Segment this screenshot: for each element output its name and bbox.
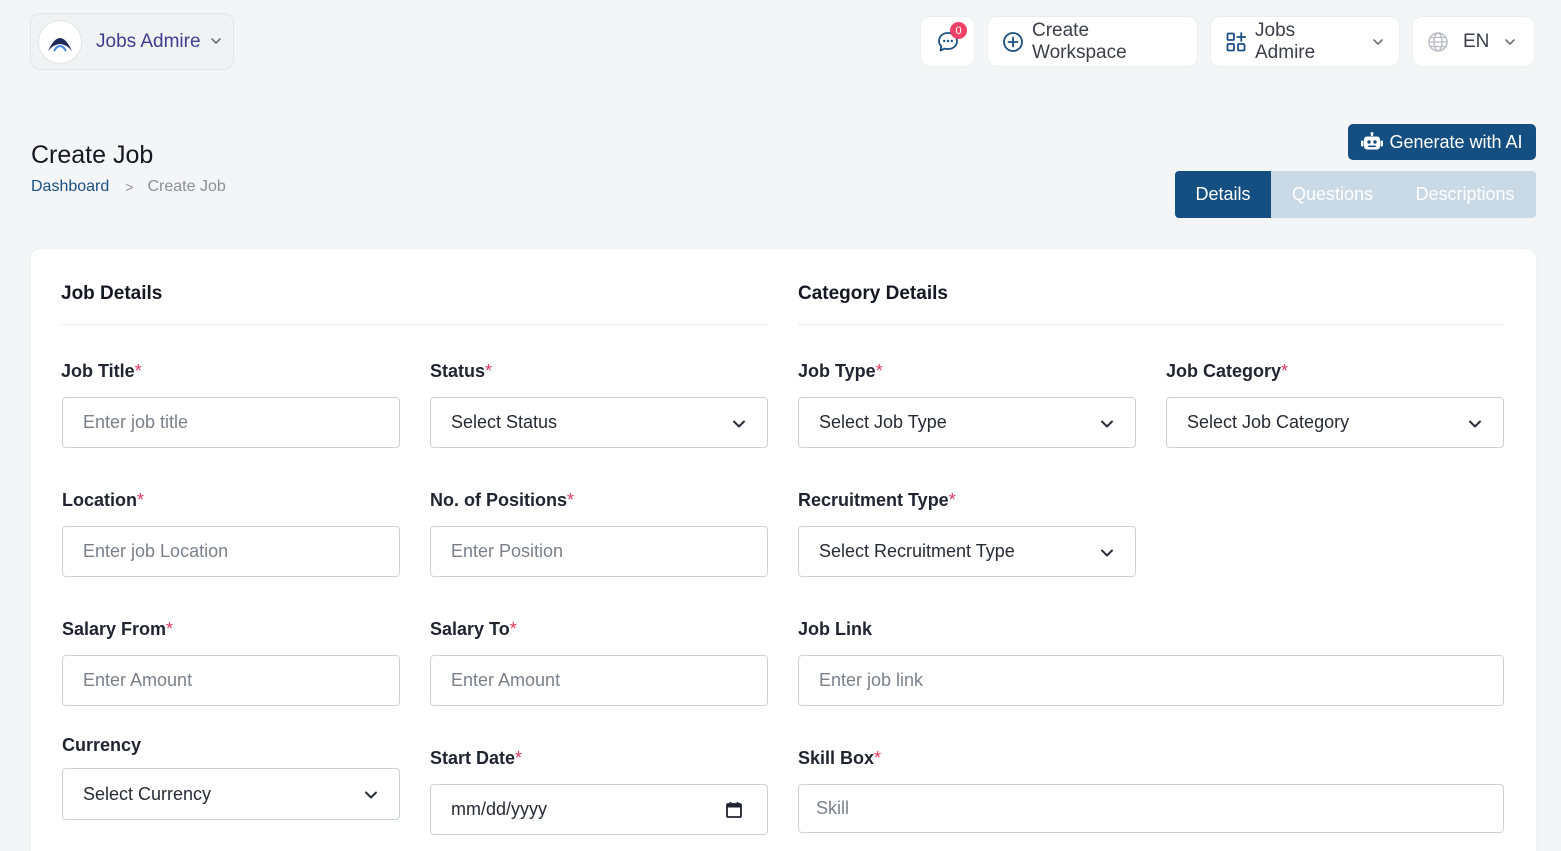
form-tabs: Details Questions Descriptions bbox=[1175, 171, 1536, 218]
chevron-down-icon bbox=[1101, 549, 1113, 557]
salary-from-input[interactable]: Enter Amount bbox=[62, 655, 400, 706]
salary-from-label: Salary From* bbox=[62, 619, 174, 639]
required-asterisk: * bbox=[1281, 361, 1289, 381]
generate-with-ai-button[interactable]: Generate with AI bbox=[1348, 124, 1536, 160]
calendar-icon[interactable] bbox=[725, 801, 743, 819]
breadcrumb: Dashboard > Create Job bbox=[31, 178, 226, 196]
job-type-select[interactable]: Select Job Type bbox=[798, 397, 1136, 448]
start-date-input[interactable]: mm/dd/yyyy bbox=[430, 784, 768, 835]
globe-icon bbox=[1428, 31, 1448, 52]
skill-box-input[interactable]: Skill bbox=[798, 784, 1504, 833]
notification-badge: 0 bbox=[950, 22, 967, 39]
salary-to-input[interactable]: Enter Amount bbox=[430, 655, 768, 706]
create-workspace-button[interactable]: Create Workspace bbox=[987, 16, 1198, 67]
chevron-down-icon bbox=[1373, 38, 1383, 45]
divider bbox=[61, 324, 767, 325]
recruitment-type-label: Recruitment Type* bbox=[798, 490, 956, 510]
chevron-down-icon bbox=[1505, 38, 1516, 45]
recruitment-type-select[interactable]: Select Recruitment Type bbox=[798, 526, 1136, 577]
required-asterisk: * bbox=[485, 361, 493, 381]
salary-to-label: Salary To* bbox=[430, 619, 517, 639]
org-switcher[interactable]: Jobs Admire bbox=[30, 13, 234, 70]
breadcrumb-current: Create Job bbox=[147, 178, 226, 195]
required-asterisk: * bbox=[137, 490, 145, 510]
required-asterisk: * bbox=[509, 619, 517, 639]
location-label: Location* bbox=[62, 490, 145, 510]
tab-questions[interactable]: Questions bbox=[1271, 171, 1394, 218]
divider bbox=[798, 324, 1504, 325]
job-link-input[interactable]: Enter job link bbox=[798, 655, 1504, 706]
category-details-heading: Category Details bbox=[798, 283, 948, 304]
required-asterisk: * bbox=[874, 748, 882, 768]
job-link-label: Job Link bbox=[798, 619, 873, 639]
job-title-label: Job Title* bbox=[61, 361, 142, 381]
required-asterisk: * bbox=[948, 490, 956, 510]
currency-label: Currency bbox=[62, 735, 142, 755]
org-logo bbox=[38, 19, 82, 64]
chevron-down-icon bbox=[365, 791, 377, 799]
tab-descriptions[interactable]: Descriptions bbox=[1394, 171, 1536, 218]
location-input[interactable]: Enter job Location bbox=[62, 526, 400, 577]
chevron-down-icon bbox=[211, 38, 221, 45]
status-select[interactable]: Select Status bbox=[430, 397, 768, 448]
currency-select[interactable]: Select Currency bbox=[62, 768, 400, 820]
page-title: Create Job bbox=[31, 141, 154, 169]
breadcrumb-separator: > bbox=[125, 179, 134, 195]
create-workspace-label: Create Workspace bbox=[1032, 19, 1127, 63]
language-switcher[interactable]: EN bbox=[1412, 16, 1535, 67]
chevron-down-icon bbox=[1469, 420, 1481, 428]
positions-label: No. of Positions* bbox=[430, 490, 575, 510]
required-asterisk: * bbox=[166, 619, 174, 639]
breadcrumb-dashboard-link[interactable]: Dashboard bbox=[31, 178, 109, 196]
generate-with-ai-label: Generate with AI bbox=[1389, 131, 1523, 152]
start-date-label: Start Date* bbox=[430, 748, 523, 768]
tab-details[interactable]: Details bbox=[1175, 171, 1271, 218]
workspace-name: Jobs Admire bbox=[1255, 19, 1316, 63]
plus-circle-icon bbox=[1003, 31, 1023, 52]
apps-grid-icon bbox=[1226, 31, 1247, 51]
job-type-label: Job Type* bbox=[798, 361, 883, 381]
chat-button[interactable]: 0 bbox=[920, 16, 975, 67]
required-asterisk: * bbox=[515, 748, 523, 768]
required-asterisk: * bbox=[567, 490, 575, 510]
required-asterisk: * bbox=[134, 361, 142, 381]
skill-box-label: Skill Box* bbox=[798, 748, 882, 768]
org-name: Jobs Admire bbox=[96, 30, 201, 52]
chevron-down-icon bbox=[733, 420, 745, 428]
chevron-down-icon bbox=[1101, 420, 1113, 428]
job-category-label: Job Category* bbox=[1166, 361, 1289, 381]
status-label: Status* bbox=[430, 361, 493, 381]
job-details-heading: Job Details bbox=[61, 283, 163, 304]
job-category-select[interactable]: Select Job Category bbox=[1166, 397, 1504, 448]
robot-icon bbox=[1361, 132, 1384, 150]
workspace-switcher[interactable]: Jobs Admire bbox=[1210, 16, 1400, 67]
positions-input[interactable]: Enter Position bbox=[430, 526, 768, 577]
language-code: EN bbox=[1463, 30, 1490, 52]
job-title-input[interactable]: Enter job title bbox=[62, 397, 400, 448]
required-asterisk: * bbox=[875, 361, 883, 381]
